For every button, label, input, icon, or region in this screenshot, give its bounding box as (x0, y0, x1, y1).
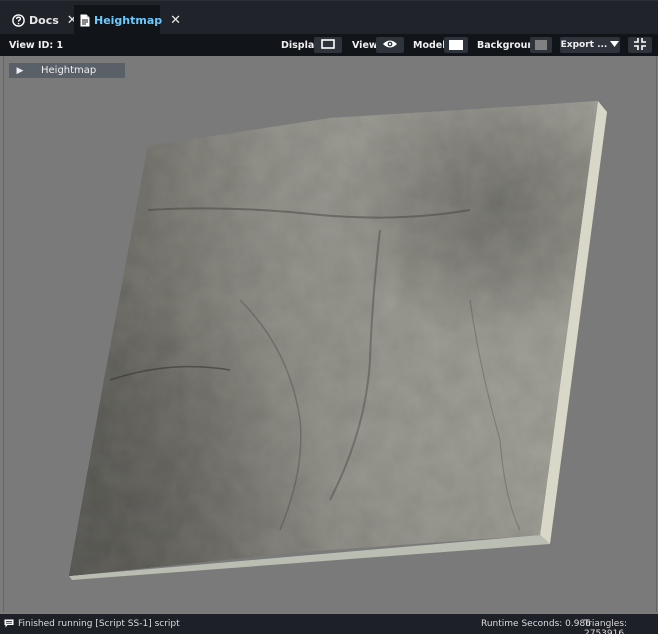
status-message: Finished running [Script SS-1] script (18, 619, 180, 629)
status-bar: Finished running [Script SS-1] script Ru… (0, 614, 658, 634)
triangle-count: Triangles: 2753916 (584, 619, 628, 634)
runtime-seconds: Runtime Seconds: 0.986 (481, 619, 591, 629)
heightmap-terrain-model[interactable] (0, 0, 658, 634)
message-icon (4, 619, 14, 631)
expand-arrow-icon[interactable]: ▶ (9, 66, 31, 76)
terrain-surface (69, 101, 598, 576)
scene-node-label: Heightmap (41, 65, 97, 76)
app-window: Docs ✕ Heightmap ✕ View ID: 1 Display Vi… (0, 0, 658, 634)
scene-tree-node[interactable]: ▶ Heightmap (9, 63, 125, 78)
